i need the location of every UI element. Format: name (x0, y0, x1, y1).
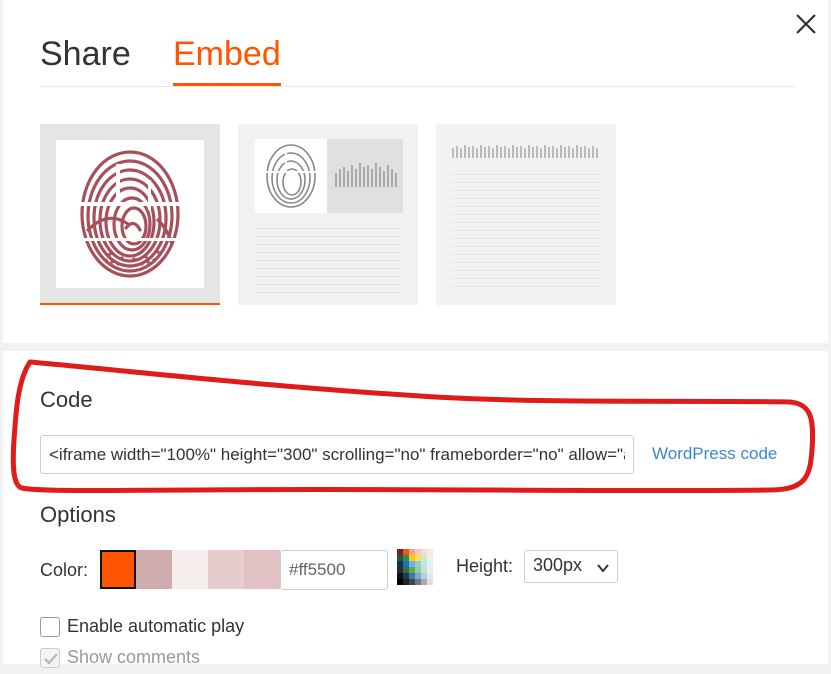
checkmark-icon (44, 653, 58, 665)
close-icon[interactable] (792, 10, 820, 38)
widget-style-visual-thumbnail[interactable] (40, 124, 220, 305)
height-select-value: 300px (533, 555, 583, 575)
color-label: Color: (40, 560, 89, 580)
show-comments-label[interactable]: Show comments (67, 647, 200, 668)
color-swatch-rose[interactable] (208, 550, 244, 589)
chevron-down-icon (596, 559, 610, 580)
tab-embed[interactable]: Embed (173, 32, 281, 86)
waveform-preview (327, 139, 403, 213)
code-label: Code (40, 387, 93, 412)
height-label: Height: (456, 556, 514, 576)
widget-style-classic-thumbnail[interactable] (238, 124, 418, 305)
share-embed-tabs: Share Embed (40, 32, 795, 87)
height-select[interactable]: 300px (524, 550, 618, 583)
embed-code-field[interactable] (40, 435, 634, 474)
color-hex-input[interactable] (280, 550, 388, 590)
artwork-preview (56, 140, 204, 288)
color-grid-icon[interactable] (397, 549, 433, 585)
autoplay-checkbox[interactable] (40, 617, 60, 637)
widget-style-minimal-thumbnail[interactable] (436, 124, 616, 305)
artwork-preview-small (255, 139, 327, 213)
color-swatch-blush[interactable] (172, 550, 208, 589)
options-label: Options (40, 502, 116, 527)
color-swatch-mauve[interactable] (244, 550, 280, 589)
show-comments-checkbox[interactable] (40, 648, 60, 668)
autoplay-label[interactable]: Enable automatic play (67, 616, 244, 637)
wordpress-code-link[interactable]: WordPress code (652, 444, 777, 464)
tab-share[interactable]: Share (40, 32, 131, 83)
fingerprint-artwork (74, 150, 186, 278)
color-swatch-dusty-pink[interactable] (136, 550, 172, 589)
color-swatch-orange[interactable] (100, 550, 136, 589)
waveform-strip-preview (452, 145, 598, 158)
